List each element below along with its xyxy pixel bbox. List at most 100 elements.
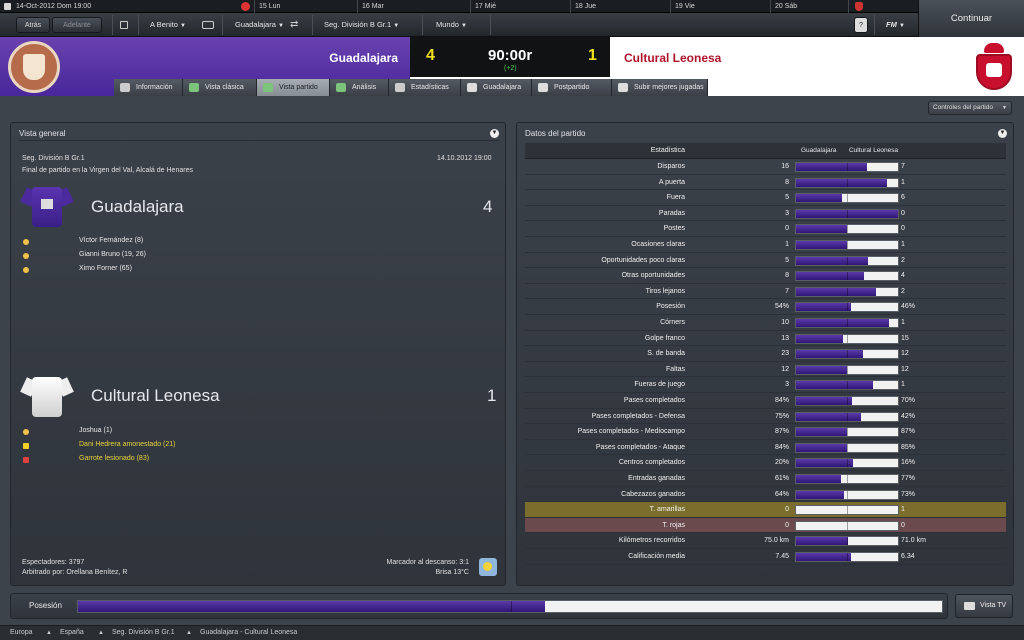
match-event[interactable]: Gianni Bruno (19, 26) (79, 251, 146, 258)
tab-match-view[interactable]: Vista partido (257, 79, 330, 96)
stat-away-value: 0 (901, 225, 905, 233)
world-menu[interactable]: Mundo ▼ (430, 17, 486, 33)
stat-label: Fueras de juego (634, 381, 685, 389)
stat-label: Pases completados - Mediocampo (577, 428, 685, 436)
stat-home-value: 1 (785, 241, 789, 248)
tab-postmatch[interactable]: Postpartido (532, 79, 612, 96)
stat-bar (795, 442, 899, 453)
transfer-icon[interactable]: ⇄ (290, 19, 298, 30)
stat-bar (795, 271, 899, 282)
stat-home-value: 54% (774, 303, 789, 311)
tab-stats[interactable]: Estadísticas (389, 79, 461, 96)
window-icon[interactable] (120, 21, 128, 29)
match-event[interactable]: Garrote lesionado (83) (79, 455, 149, 462)
stat-bar-fill (796, 350, 864, 359)
forward-button[interactable]: Adelante (52, 17, 102, 33)
tab-label: Postpartido (554, 84, 590, 91)
stat-row: Pases completados - Ataque 84% 85% (525, 440, 1006, 456)
stat-away-value: 42% (901, 412, 916, 420)
continue-button[interactable]: Continuar (918, 0, 1024, 37)
stat-home-value: 16 (781, 163, 789, 170)
match-event[interactable]: Víctor Fernández (8) (79, 237, 143, 244)
referee[interactable]: Arbitrado por: Orellana Benítez, R (22, 569, 127, 576)
match-event[interactable]: Ximo Forner (65) (79, 265, 132, 272)
away-team-score: 1 (487, 386, 497, 405)
stat-row: Cabezazos ganados 64% 73% (525, 487, 1006, 503)
chevron-down-icon: ▼ (393, 23, 400, 29)
help-button[interactable]: ? (854, 17, 868, 33)
tab-team[interactable]: Guadalajara (461, 79, 532, 96)
breadcrumb-item[interactable]: España (60, 626, 84, 640)
stat-home-value: 75.0 km (764, 537, 789, 545)
stat-away-value: 70% (901, 397, 916, 404)
stat-row: Faltas 12 12 (525, 362, 1006, 378)
match-event[interactable]: Dani Hedrera amonestado (21) (79, 441, 176, 448)
stat-row: Pases completados 84% 70% (525, 393, 1006, 409)
competition-name[interactable]: Seg. División B Gr.1 (22, 155, 85, 162)
stat-bar-fill (796, 490, 844, 499)
back-button[interactable]: Atrás (16, 17, 50, 33)
stat-bar (795, 364, 899, 375)
stat-label: Pases completados (623, 397, 685, 404)
vista-tv-button[interactable]: Vista TV (955, 594, 1013, 618)
home-team-name[interactable]: Guadalajara (329, 51, 398, 65)
stat-home-value: 8 (785, 272, 789, 280)
stat-label: Centros completados (618, 459, 685, 467)
stat-home-value: 3 (785, 209, 789, 217)
stats-header-label: Estadística (650, 147, 685, 154)
home-team-title[interactable]: Guadalajara (91, 197, 184, 217)
tv-icon (964, 602, 975, 610)
match-venue: Final de partido en la Virgen del Val, A… (22, 167, 193, 174)
stat-row: Fuera 5 6 (525, 190, 1006, 206)
stat-row: Córners 10 1 (525, 315, 1006, 331)
stats-header-row: Estadística Guadalajara Cultural Leonesa (525, 143, 1006, 159)
breadcrumb-arrow-icon[interactable]: ▲ (98, 626, 104, 640)
home-kit-icon (20, 185, 74, 229)
goal-icon (23, 239, 29, 245)
breadcrumb: Europa ▲ España ▲ Seg. División B Gr.1 ▲ Guada… (0, 625, 1024, 640)
breadcrumb-arrow-icon[interactable]: ▲ (186, 626, 192, 640)
overview-panel: Vista general ▼ Seg. División B Gr.1 14.… (10, 122, 506, 586)
away-team-name[interactable]: Cultural Leonesa (624, 51, 721, 65)
fm-menu[interactable]: FM ▼ (880, 17, 916, 33)
stat-row: S. de banda 23 12 (525, 346, 1006, 362)
stat-label: Otras oportunidades (621, 272, 685, 280)
day-20[interactable]: 20 Sáb (770, 0, 848, 13)
chevron-down-icon[interactable]: ▼ (490, 129, 499, 138)
overview-title: Vista general (19, 129, 66, 138)
stat-home-value: 75% (774, 412, 789, 420)
stat-bar (795, 240, 899, 250)
stat-label: Calificación media (628, 553, 685, 560)
match-event[interactable]: Joshua (1) (79, 427, 112, 434)
stat-away-value: 73% (901, 490, 916, 498)
stat-bar-fill (796, 178, 887, 187)
chevron-down-icon[interactable]: ▼ (998, 129, 1007, 138)
team-icon (467, 83, 477, 92)
day-17[interactable]: 17 Mié (470, 0, 570, 13)
tab-classic-view[interactable]: Vista clásica (183, 79, 257, 96)
stat-label: Tiros lejanos (645, 287, 685, 295)
tab-info[interactable]: Información (114, 79, 183, 96)
tab-analysis[interactable]: Análisis (330, 79, 389, 96)
day-15[interactable]: 15 Lun (254, 0, 357, 13)
match-controls-dropdown[interactable]: Controles del partido ▼ (928, 101, 1012, 115)
day-19[interactable]: 19 Vie (670, 0, 770, 13)
tab-upload[interactable]: Subir mejores jugadas (612, 79, 708, 96)
away-team-title[interactable]: Cultural Leonesa (91, 386, 220, 406)
breadcrumb-item[interactable]: Guadalajara - Cultural Leonesa (200, 626, 297, 640)
match-view-icon (263, 83, 273, 92)
inbox-icon[interactable] (202, 21, 214, 29)
calendar-icon (4, 3, 11, 10)
tab-label: Subir mejores jugadas (634, 84, 704, 91)
stat-row: Entradas ganadas 61% 77% (525, 471, 1006, 487)
club-badge-icon (855, 2, 863, 11)
stat-bar-fill (796, 459, 854, 468)
day-18[interactable]: 18 Jue (570, 0, 670, 13)
possession-bar: Posesión (10, 593, 948, 619)
stat-bar (795, 286, 899, 297)
breadcrumb-arrow-icon[interactable]: ▲ (46, 626, 52, 640)
breadcrumb-item[interactable]: Europa (10, 626, 33, 640)
day-16[interactable]: 16 Mar (357, 0, 470, 13)
breadcrumb-item[interactable]: Seg. División B Gr.1 (112, 626, 175, 640)
competition-menu[interactable]: Seg. División B Gr.1 ▼ (318, 17, 414, 33)
